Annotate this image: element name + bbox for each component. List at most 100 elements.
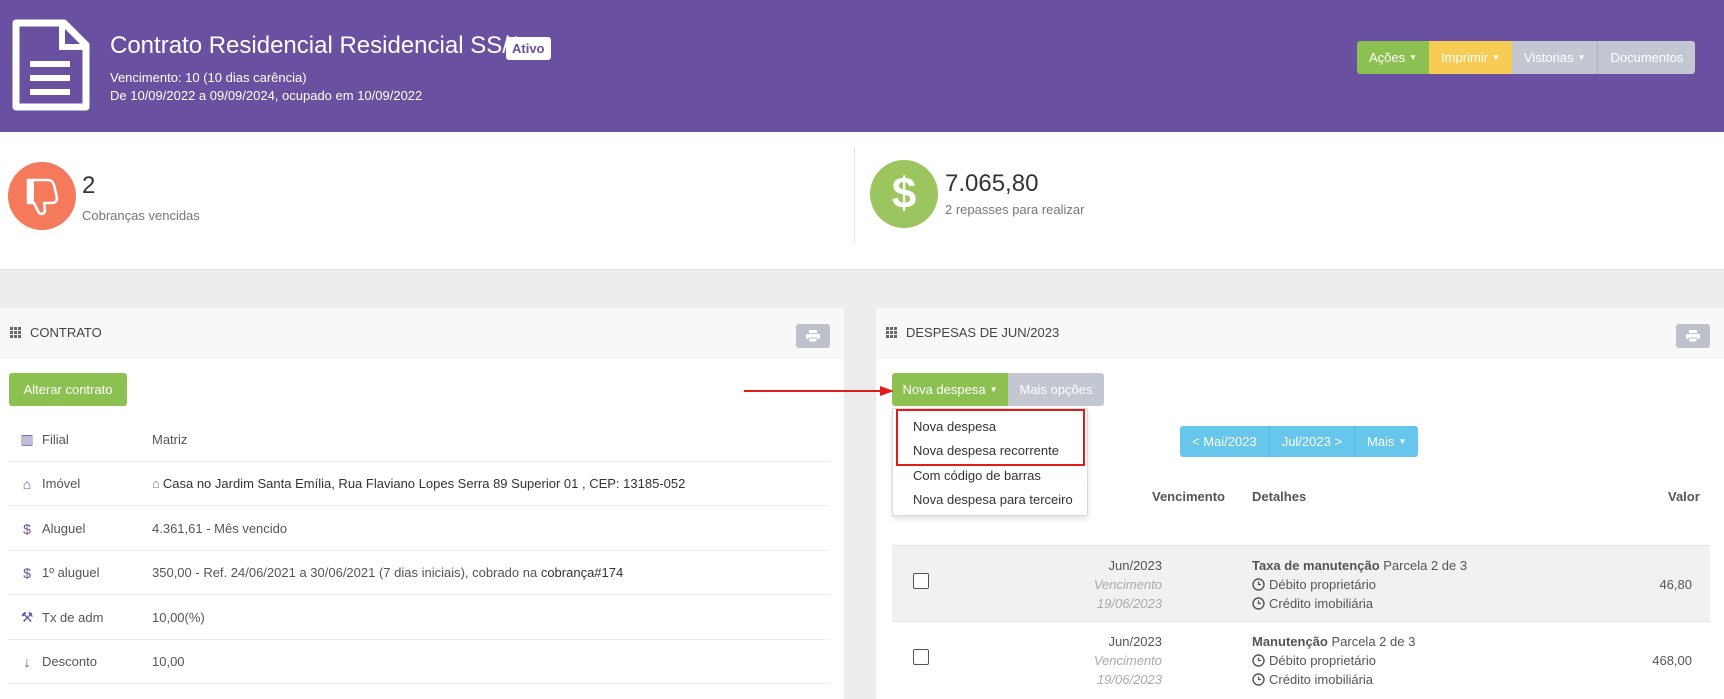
col-header-valor: Valor: [1668, 489, 1700, 504]
grid-icon: [10, 327, 21, 338]
dollar-icon: $: [870, 160, 938, 228]
despesas-panel-header: DESPESAS DE JUN/2023: [876, 308, 1724, 358]
row-value: 4.361,61 - Mês vencido: [152, 521, 288, 536]
cobrancas-vencidas-count: 2: [82, 172, 96, 199]
header-button-group: Ações ▼ Imprimir ▼ Vistorias ▼ Documentos: [1357, 41, 1696, 74]
nova-despesa-label: Nova despesa: [902, 382, 986, 397]
repasses-value: 7.065,80: [945, 170, 1039, 197]
row-venc-data: 19/06/2023: [1096, 672, 1162, 687]
row-venc-label: Vencimento: [1093, 653, 1162, 668]
row-value: Matriz: [152, 432, 188, 447]
row-value: 10,00(%): [152, 610, 205, 625]
caret-down-icon: ▼: [1577, 53, 1586, 62]
row-parcela: Parcela 2 de 3: [1331, 634, 1416, 649]
row-detalhe-titulo: Taxa de manutenção Parcela 2 de 3: [1252, 558, 1467, 573]
mais-pager-button[interactable]: Mais ▼: [1355, 426, 1419, 457]
documentos-button[interactable]: Documentos: [1597, 41, 1696, 74]
contrato-row-primeiro-aluguel: $ 1º aluguel 350,00 - Ref. 24/06/2021 a …: [8, 551, 830, 595]
contract-header: Contrato Residencial Residencial SS/1 At…: [0, 0, 1724, 132]
document-icon: [12, 19, 90, 111]
col-header-vencimento: Vencimento: [1152, 489, 1225, 504]
imovel-link[interactable]: Casa no Jardim Santa Emília, Rua Flavian…: [163, 476, 685, 491]
row-label: Imóvel: [42, 476, 81, 491]
row-credito-text: Crédito imobiliária: [1269, 596, 1374, 611]
repasses-label: 2 repasses para realizar: [945, 202, 1085, 217]
row-label: Filial: [42, 432, 69, 447]
row-credito-text: Crédito imobiliária: [1269, 672, 1374, 687]
contrato-panel-header: CONTRATO: [0, 308, 844, 358]
row-venc-data: 19/06/2023: [1096, 596, 1162, 611]
cobranca-link[interactable]: cobrança#174: [541, 565, 623, 580]
month-pager: < Mai/2023 Jul/2023 > Mais ▼: [1180, 426, 1419, 457]
thumbs-down-glyph: [26, 178, 59, 216]
row-parcela: Parcela 2 de 3: [1383, 558, 1468, 573]
home-icon: ⌂: [22, 475, 32, 492]
contrato-row-filial: ▥ Filial Matriz: [8, 418, 830, 462]
vistorias-label: Vistorias: [1523, 50, 1574, 65]
row-credito: Crédito imobiliária: [1252, 672, 1373, 687]
row-label: Desconto: [42, 654, 97, 669]
annotation-arrow: [744, 386, 894, 396]
printer-icon: [806, 330, 820, 342]
row-debito-text: Débito proprietário: [1269, 577, 1376, 592]
row-valor: 46,80: [1659, 577, 1692, 592]
arrow-down-icon: ↓: [23, 653, 31, 670]
status-badge: Ativo: [506, 37, 551, 60]
vistorias-button[interactable]: Vistorias ▼: [1511, 41, 1598, 74]
row-checkbox[interactable]: [913, 573, 929, 589]
row-mes: Jun/2023: [1108, 634, 1163, 649]
clock-icon: [1252, 597, 1265, 610]
row-debito: Débito proprietário: [1252, 653, 1376, 668]
dropdown-item-despesa-terceiro[interactable]: Nova despesa para terceiro: [913, 492, 1073, 507]
row-label: 1º aluguel: [42, 565, 100, 580]
despesas-print-button[interactable]: [1676, 324, 1710, 348]
row-label: Tx de adm: [42, 610, 104, 625]
row-credito: Crédito imobiliária: [1252, 596, 1373, 611]
contrato-row-desconto: ↓ Desconto 10,00: [8, 640, 830, 684]
printer-icon: [1686, 330, 1700, 342]
row-checkbox[interactable]: [913, 649, 929, 665]
periodo-text: De 10/09/2022 a 09/09/2024, ocupado em 1…: [110, 88, 423, 103]
contrato-print-button[interactable]: [796, 324, 830, 348]
contrato-row-imovel: ⌂ Imóvel ⌂ Casa no Jardim Santa Emília, R…: [8, 462, 830, 506]
page-title: Contrato Residencial Residencial SS/1: [110, 32, 523, 59]
vencimento-text: Vencimento: 10 (10 dias carência): [110, 70, 307, 85]
stats-divider: [854, 146, 855, 242]
row-valor: 468,00: [1652, 653, 1692, 668]
row-label: Aluguel: [42, 521, 86, 536]
documentos-label: Documentos: [1610, 50, 1684, 65]
next-month-button[interactable]: Jul/2023 >: [1269, 426, 1356, 457]
stats-bar: 2 Cobranças vencidas $ 7.065,80 2 repass…: [0, 132, 1724, 270]
row-debito: Débito proprietário: [1252, 577, 1376, 592]
annotation-highlight-box: [896, 409, 1085, 466]
acoes-button[interactable]: Ações ▼: [1357, 41, 1430, 74]
row-detalhe-titulo: Manutenção Parcela 2 de 3: [1252, 634, 1415, 649]
clock-icon: [1252, 673, 1265, 686]
caret-down-icon: ▼: [1492, 53, 1500, 62]
acoes-label: Ações: [1369, 50, 1406, 65]
clock-icon: [1252, 578, 1265, 591]
dollar-small-icon: $: [23, 520, 31, 537]
small-home-icon: ⌂: [152, 476, 160, 491]
imprimir-button[interactable]: Imprimir ▼: [1429, 41, 1512, 74]
nova-despesa-button[interactable]: Nova despesa ▼: [892, 373, 1008, 406]
row-debito-text: Débito proprietário: [1269, 653, 1376, 668]
cobrancas-vencidas-label: Cobranças vencidas: [82, 208, 200, 223]
alterar-contrato-button[interactable]: Alterar contrato: [9, 373, 127, 406]
contrato-row-aluguel: $ Aluguel 4.361,61 - Mês vencido: [8, 507, 830, 551]
grid-icon: [886, 327, 897, 338]
imprimir-label: Imprimir: [1441, 50, 1488, 65]
row-titulo: Manutenção: [1252, 634, 1328, 649]
clock-icon: [1252, 654, 1265, 667]
row-mes: Jun/2023: [1108, 558, 1163, 573]
dollar-small-icon: $: [23, 564, 31, 581]
row-value: 350,00 - Ref. 24/06/2021 a 30/06/2021 (7…: [152, 565, 541, 580]
prev-month-button[interactable]: < Mai/2023: [1180, 426, 1270, 457]
mais-pager-label: Mais: [1367, 434, 1395, 449]
col-header-detalhes: Detalhes: [1252, 489, 1307, 504]
caret-down-icon: ▼: [1409, 53, 1418, 62]
dropdown-item-codigo-barras[interactable]: Com código de barras: [913, 468, 1041, 483]
mais-opcoes-button[interactable]: Mais opções: [1008, 373, 1104, 406]
row-titulo: Taxa de manutenção: [1252, 558, 1380, 573]
caret-down-icon: ▼: [1398, 437, 1407, 446]
